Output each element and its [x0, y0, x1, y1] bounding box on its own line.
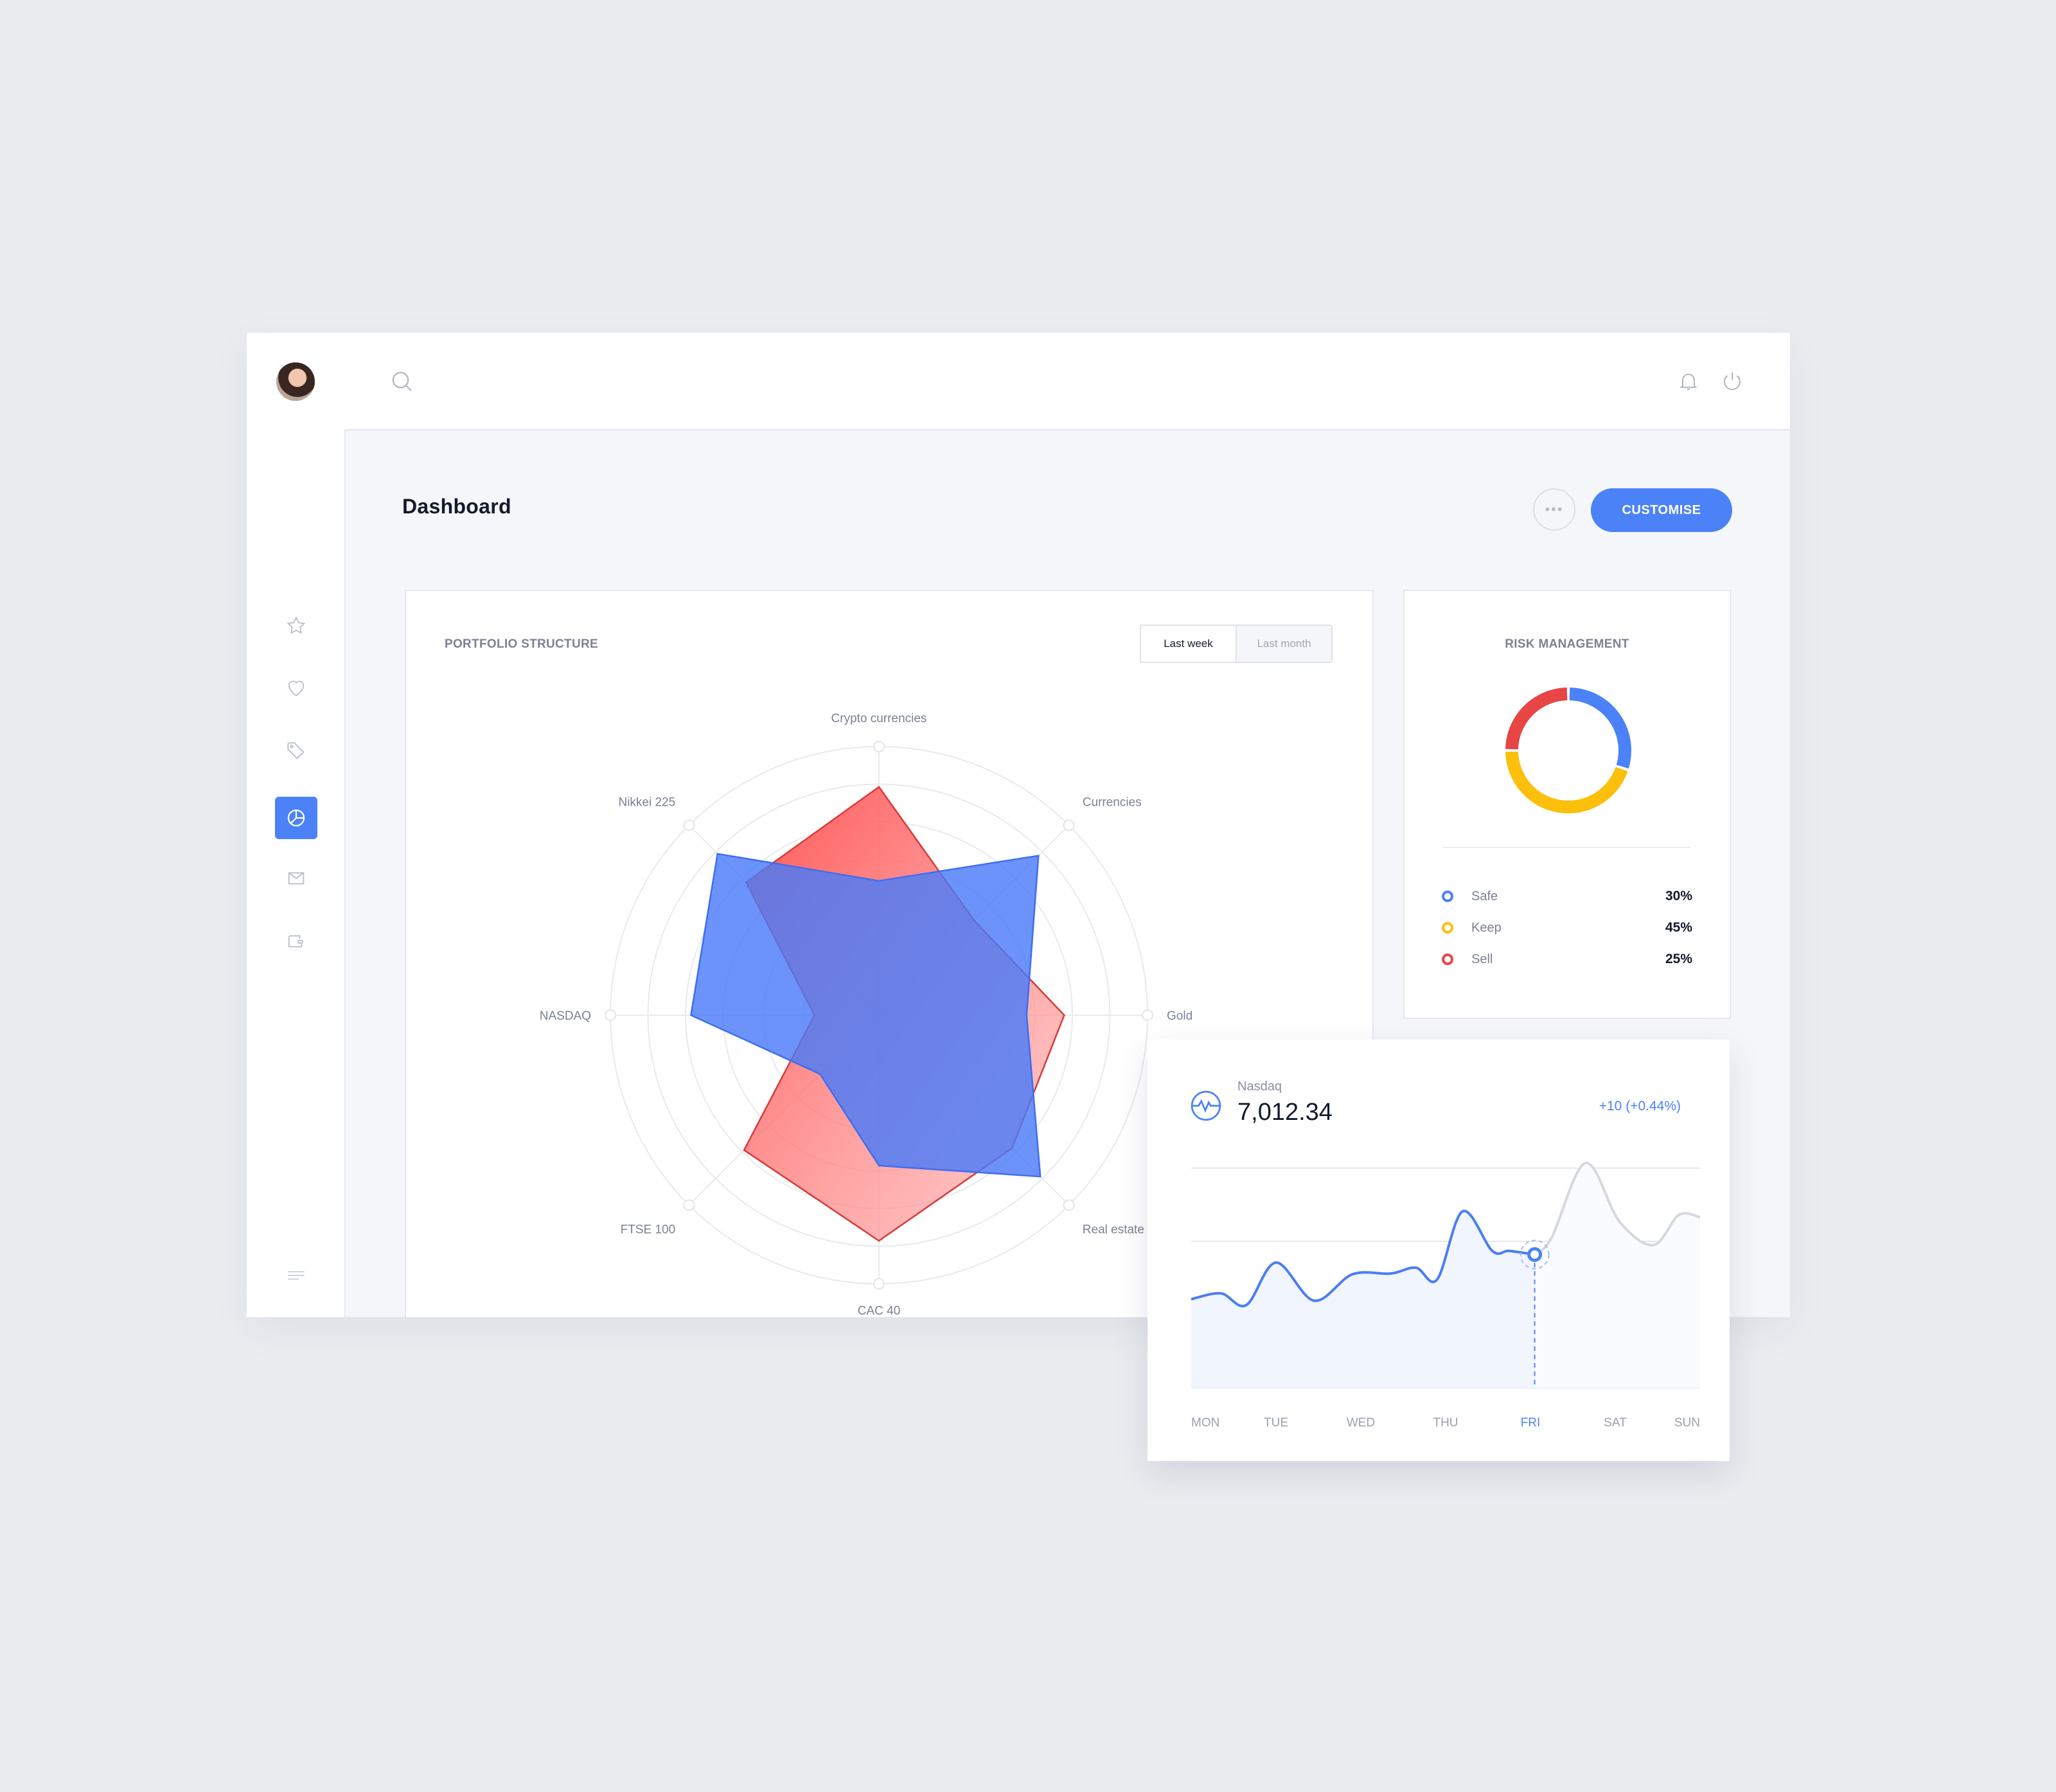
risk-donut-chart: [1505, 688, 1631, 813]
pie-chart-icon: [287, 809, 305, 827]
x-tick-label: TUE: [1264, 1416, 1288, 1430]
star-icon: [287, 616, 306, 634]
risk-legend-keep: Keep 45%: [1442, 918, 1692, 937]
radar-axis-handle: [873, 1278, 885, 1290]
donut-slice-sell: [1505, 688, 1568, 750]
x-tick-label: THU: [1433, 1416, 1458, 1430]
sidebar-item-wallet[interactable]: [275, 920, 317, 963]
sidebar-item-favorites[interactable]: [275, 605, 317, 647]
risk-label: Sell: [1471, 952, 1493, 966]
pulse-icon: [1191, 1090, 1221, 1121]
x-tick-label: SAT: [1604, 1416, 1627, 1430]
radar-axis-label: Crypto currencies: [831, 712, 927, 725]
nasdaq-name: Nasdaq: [1237, 1079, 1282, 1094]
donut-slice-safe: [1569, 688, 1631, 769]
risk-management-card: RISK MANAGEMENT Safe 30% Keep 45% Sell 2…: [1403, 590, 1731, 1019]
focus-point: [1527, 1247, 1543, 1263]
radar-axis-label: Currencies: [1083, 796, 1142, 810]
sidebar-item-portfolio[interactable]: [275, 797, 317, 839]
search-icon[interactable]: [389, 369, 415, 395]
top-bar: [344, 333, 1790, 430]
keep-dot-icon: [1442, 922, 1453, 934]
risk-value: 25%: [1665, 952, 1692, 966]
nasdaq-change: +10 (+0.44%): [1599, 1099, 1681, 1113]
sidebar-item-tags[interactable]: [275, 730, 317, 772]
radar-axis-label: NASDAQ: [540, 1009, 591, 1023]
radar-series-blue: [690, 853, 1041, 1178]
radar-axis-handle: [873, 741, 885, 752]
radar-axis-handle: [1063, 819, 1075, 831]
donut-slice-keep: [1505, 751, 1628, 813]
power-icon[interactable]: [1721, 369, 1744, 393]
forecast-area: [1534, 1162, 1700, 1388]
risk-legend-safe: Safe 30%: [1442, 887, 1692, 906]
risk-legend-sell: Sell 25%: [1442, 950, 1692, 969]
risk-value: 45%: [1665, 920, 1692, 935]
more-options-button[interactable]: •••: [1533, 488, 1575, 531]
radar-axis-label: Gold: [1167, 1009, 1192, 1023]
risk-value: 30%: [1665, 889, 1692, 903]
avatar[interactable]: [276, 362, 315, 401]
menu-button[interactable]: [275, 1254, 317, 1297]
radar-axis-handle: [683, 1199, 695, 1211]
bell-icon[interactable]: [1677, 369, 1700, 393]
radar-axis-label: FTSE 100: [621, 1223, 676, 1236]
x-tick-label: FRI: [1521, 1416, 1541, 1430]
risk-divider: [1443, 847, 1691, 848]
nasdaq-price: 7,012.34: [1237, 1099, 1333, 1126]
menu-icon: [288, 1271, 305, 1280]
nasdaq-card: MON TUE WED THU FRI SAT SUN Nasdaq 7,012.34 +1…: [1148, 1040, 1730, 1461]
risk-label: Keep: [1471, 920, 1502, 935]
heart-icon: [288, 680, 305, 696]
sell-dot-icon: [1442, 954, 1453, 965]
radar-axis-handle: [1142, 1009, 1153, 1021]
radar-axis-label: CAC 40: [858, 1304, 901, 1317]
mail-icon: [288, 872, 305, 885]
radar-axis-handle: [605, 1009, 616, 1021]
sidebar: [247, 333, 346, 1317]
radar-axis-label: Nikkei 225: [618, 796, 675, 810]
tag-icon: [287, 742, 305, 759]
wallet-icon: [288, 935, 303, 948]
sidebar-item-likes[interactable]: [275, 667, 317, 709]
risk-title: RISK MANAGEMENT: [1505, 637, 1629, 651]
risk-label: Safe: [1471, 889, 1498, 903]
safe-dot-icon: [1442, 891, 1453, 902]
customise-button[interactable]: CUSTOMISE: [1591, 488, 1732, 532]
page-title: Dashboard: [402, 495, 511, 518]
x-tick-label: WED: [1347, 1416, 1375, 1430]
sidebar-item-messages[interactable]: [275, 857, 317, 900]
radar-axis-handle: [683, 819, 695, 831]
x-tick-label: SUN: [1674, 1416, 1700, 1430]
radar-axis-handle: [1063, 1199, 1075, 1211]
x-tick-label: MON: [1191, 1416, 1219, 1430]
radar-axis-label: Real estate: [1083, 1223, 1144, 1236]
